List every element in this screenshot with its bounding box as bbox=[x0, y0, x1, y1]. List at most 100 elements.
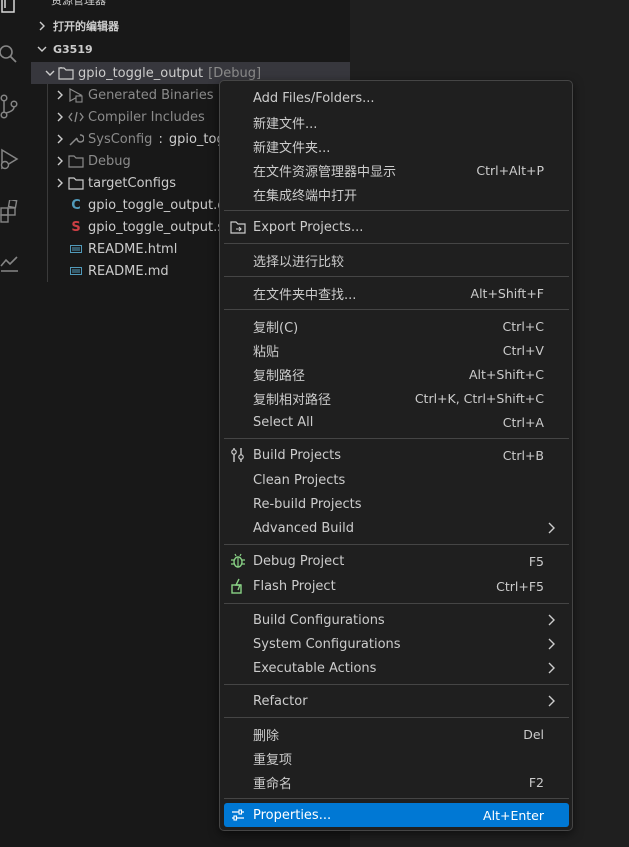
run-debug-icon[interactable] bbox=[0, 148, 31, 176]
menu-item-shortcut: Ctrl+V bbox=[502, 342, 544, 358]
menu-item-debug-project[interactable]: Debug Project F5 bbox=[224, 549, 569, 573]
menu-separator bbox=[224, 276, 569, 277]
project-folder-icon bbox=[57, 66, 75, 80]
flash-icon bbox=[230, 578, 246, 594]
menu-item-advanced-build[interactable]: Advanced Build bbox=[224, 516, 569, 540]
code-icon bbox=[67, 111, 85, 123]
menu-item-label: Build Configurations bbox=[253, 612, 385, 628]
menu-item-select-for-compare[interactable]: 选择以进行比较 bbox=[224, 248, 569, 272]
project-config-tag: [Debug] bbox=[208, 65, 262, 81]
menu-item-shortcut: Alt+Shift+C bbox=[468, 366, 544, 382]
menu-separator bbox=[224, 717, 569, 718]
menu-item-new-file[interactable]: 新建文件... bbox=[224, 110, 569, 134]
menu-item-label: 重复项 bbox=[253, 752, 293, 768]
menu-item-label: 复制相对路径 bbox=[253, 392, 332, 408]
explorer-icon[interactable] bbox=[0, 0, 31, 28]
menu-item-label: Executable Actions bbox=[253, 660, 377, 676]
c-file-icon: C bbox=[71, 197, 81, 213]
syscfg-file-icon: S bbox=[71, 219, 81, 235]
wrench-icon bbox=[67, 131, 85, 147]
workspace-section[interactable]: G3519 bbox=[31, 38, 350, 60]
chevron-down-icon bbox=[31, 45, 53, 53]
menu-item-label: Flash Project bbox=[253, 578, 336, 594]
menu-item-label: 重命名 bbox=[253, 776, 293, 792]
menu-item-shortcut: Alt+Enter bbox=[483, 807, 544, 823]
activity-bar bbox=[0, 0, 31, 847]
menu-item-shortcut: Ctrl+A bbox=[502, 414, 544, 430]
menu-item-refactor[interactable]: Refactor bbox=[224, 689, 569, 713]
menu-separator bbox=[224, 438, 569, 439]
menu-item-label: Clean Projects bbox=[253, 472, 346, 488]
tree-item-label: Debug bbox=[88, 153, 131, 169]
open-editors-section[interactable]: 打开的编辑器 bbox=[31, 15, 350, 37]
submenu-chevron-icon bbox=[547, 662, 555, 674]
menu-item-label: Refactor bbox=[253, 693, 308, 709]
menu-item-paste[interactable]: 粘贴 Ctrl+V bbox=[224, 338, 569, 362]
sidebar-title: 资源管理器 bbox=[51, 0, 106, 7]
menu-item-label: Advanced Build bbox=[253, 520, 354, 536]
menu-item-delete[interactable]: 删除 Del bbox=[224, 722, 569, 746]
folder-icon bbox=[67, 176, 85, 190]
menu-item-clean-projects[interactable]: Clean Projects bbox=[224, 468, 569, 492]
submenu-chevron-icon bbox=[547, 638, 555, 650]
markdown-file-icon bbox=[67, 266, 85, 276]
menu-item-rename[interactable]: 重命名 F2 bbox=[224, 770, 569, 794]
menu-item-system-configurations[interactable]: System Configurations bbox=[224, 632, 569, 656]
menu-item-add-files[interactable]: Add Files/Folders... bbox=[224, 86, 569, 110]
menu-item-open-in-terminal[interactable]: 在集成终端中打开 bbox=[224, 182, 569, 206]
menu-item-shortcut: F5 bbox=[528, 553, 544, 569]
menu-item-duplicate[interactable]: 重复项 bbox=[224, 746, 569, 770]
submenu-chevron-icon bbox=[547, 614, 555, 626]
menu-item-shortcut: F2 bbox=[528, 774, 544, 790]
menu-separator bbox=[224, 603, 569, 604]
chevron-right-icon bbox=[53, 112, 67, 122]
menu-item-shortcut: Ctrl+F5 bbox=[496, 578, 544, 594]
menu-item-shortcut: Ctrl+C bbox=[502, 318, 544, 334]
html-file-icon bbox=[67, 244, 85, 254]
menu-item-label: 新建文件夹... bbox=[253, 140, 331, 156]
chevron-right-icon bbox=[53, 156, 67, 166]
chevron-right-icon bbox=[31, 21, 53, 31]
menu-item-new-folder[interactable]: 新建文件夹... bbox=[224, 134, 569, 158]
tree-item-label: gpio_toggle_output.c bbox=[88, 197, 225, 213]
menu-item-copy[interactable]: 复制(C) Ctrl+C bbox=[224, 314, 569, 338]
debug-icon bbox=[230, 553, 246, 569]
generated-binaries-icon bbox=[67, 87, 85, 103]
menu-item-copy-path[interactable]: 复制路径 Alt+Shift+C bbox=[224, 362, 569, 386]
menu-item-shortcut: Del bbox=[523, 726, 544, 742]
menu-item-properties[interactable]: Properties... Alt+Enter bbox=[224, 803, 569, 827]
menu-item-shortcut: Ctrl+Alt+P bbox=[476, 162, 544, 178]
menu-item-rebuild-projects[interactable]: Re-build Projects bbox=[224, 492, 569, 516]
menu-item-shortcut: Ctrl+K, Ctrl+Shift+C bbox=[414, 390, 544, 406]
menu-item-label: Debug Project bbox=[253, 553, 345, 569]
menu-item-copy-relative-path[interactable]: 复制相对路径 Ctrl+K, Ctrl+Shift+C bbox=[224, 386, 569, 410]
menu-item-reveal-in-explorer[interactable]: 在文件资源管理器中显示 Ctrl+Alt+P bbox=[224, 158, 569, 182]
project-name: gpio_toggle_output bbox=[78, 65, 204, 81]
menu-item-label: 复制路径 bbox=[253, 368, 306, 384]
menu-item-label: Re-build Projects bbox=[253, 496, 362, 512]
chevron-right-icon bbox=[53, 90, 67, 100]
source-control-icon[interactable] bbox=[0, 94, 31, 122]
extensions-icon[interactable] bbox=[0, 200, 31, 228]
menu-item-export-projects[interactable]: Export Projects... bbox=[224, 215, 569, 239]
menu-separator bbox=[224, 243, 569, 244]
menu-item-build-configurations[interactable]: Build Configurations bbox=[224, 608, 569, 632]
menu-item-build-projects[interactable]: Build Projects Ctrl+B bbox=[224, 443, 569, 467]
analytics-icon[interactable] bbox=[0, 254, 31, 282]
menu-item-executable-actions[interactable]: Executable Actions bbox=[224, 656, 569, 680]
export-icon bbox=[230, 219, 246, 235]
menu-item-select-all[interactable]: Select All Ctrl+A bbox=[224, 410, 569, 434]
tree-item-label: Generated Binaries bbox=[88, 87, 214, 103]
submenu-chevron-icon bbox=[547, 695, 555, 707]
settings-sliders-icon bbox=[230, 807, 246, 823]
tree-item-separator: : bbox=[158, 131, 163, 147]
menu-item-label: 复制(C) bbox=[253, 320, 299, 336]
menu-item-label: Build Projects bbox=[253, 447, 342, 463]
context-menu: Add Files/Folders... 新建文件... 新建文件夹... 在文… bbox=[219, 80, 573, 831]
menu-separator bbox=[224, 684, 569, 685]
menu-item-label: Select All bbox=[253, 414, 314, 430]
menu-item-flash-project[interactable]: Flash Project Ctrl+F5 bbox=[224, 574, 569, 598]
search-icon[interactable] bbox=[0, 42, 31, 70]
menu-item-label: Add Files/Folders... bbox=[253, 90, 375, 106]
menu-item-find-in-folder[interactable]: 在文件夹中查找... Alt+Shift+F bbox=[224, 281, 569, 305]
